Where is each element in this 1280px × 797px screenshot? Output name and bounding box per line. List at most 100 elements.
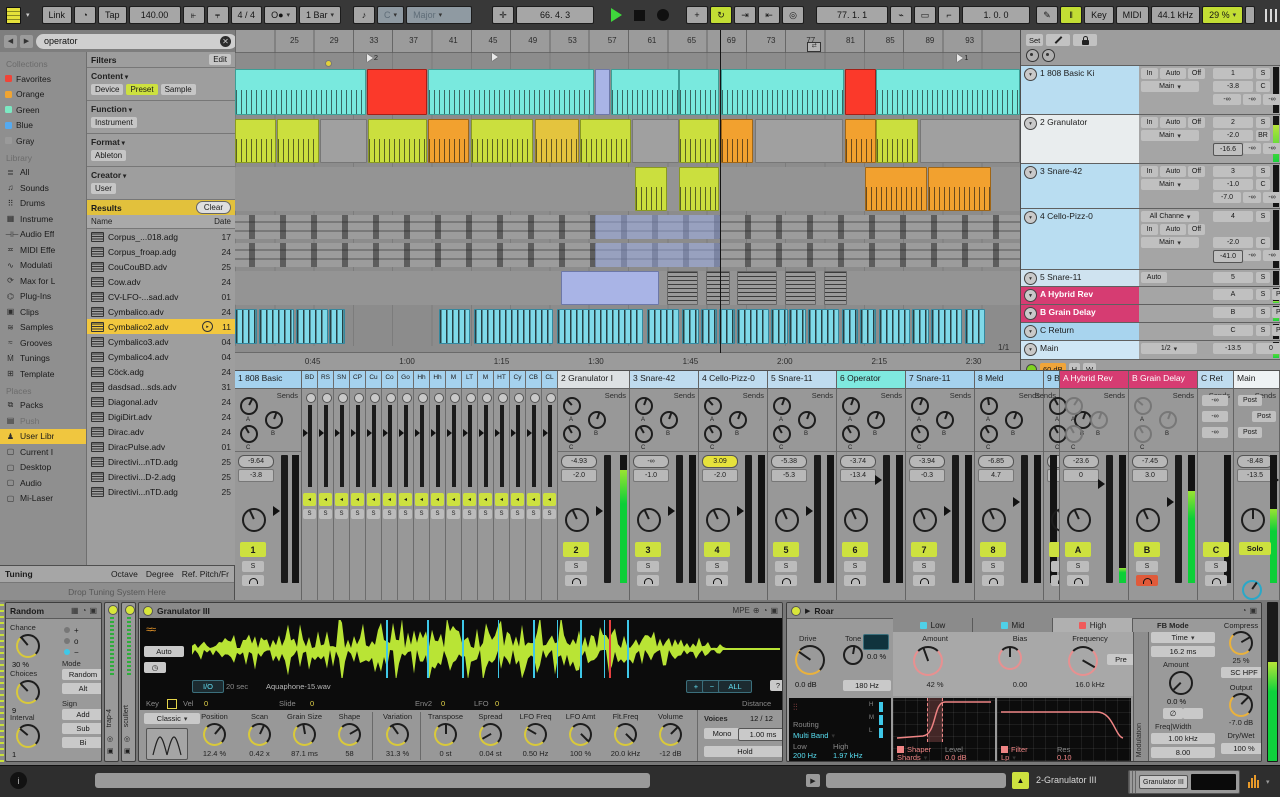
monitor-auto-button[interactable]: Auto	[1160, 68, 1186, 79]
modulation-tab[interactable]: Modulation	[1133, 632, 1149, 761]
knob-spread[interactable]	[479, 723, 502, 746]
clip[interactable]	[428, 69, 594, 115]
pan-knob[interactable]	[637, 508, 661, 532]
save-icon[interactable]: ▣	[1249, 606, 1257, 615]
pad-solo-button[interactable]: S	[463, 509, 476, 519]
sidebar-item-midi-effe[interactable]: ≖MIDI Effe	[0, 242, 86, 258]
sidebar-item-green[interactable]: Green	[0, 102, 86, 118]
draw-automation-icon[interactable]	[1046, 34, 1070, 46]
all-button[interactable]: ALL	[718, 680, 752, 693]
pad-fader-track[interactable]	[340, 405, 344, 487]
pad-solo-button[interactable]: S	[495, 509, 508, 519]
clip[interactable]	[706, 271, 730, 305]
output-routing-menu[interactable]: Main	[1141, 237, 1199, 248]
filter-chip-ableton[interactable]: Ableton	[91, 150, 126, 161]
track-name[interactable]: ▾2 Granulator	[1021, 115, 1139, 163]
monitor-in-button[interactable]: In	[1141, 68, 1158, 79]
device-title-bar[interactable]: Random▦◔▣	[6, 603, 101, 619]
result-row[interactable]: Cymbalico3.adv04	[87, 334, 235, 349]
knob-volume[interactable]	[659, 723, 682, 746]
pad-solo-button[interactable]: S	[447, 509, 460, 519]
clip[interactable]	[876, 69, 1020, 115]
pan-knob[interactable]	[913, 508, 937, 532]
polarity-option[interactable]: o	[64, 636, 94, 646]
punch-in-icon[interactable]: ⇥	[734, 6, 756, 24]
mode-alt-button[interactable]: Alt	[62, 683, 102, 694]
pad-fader-handle[interactable]	[543, 429, 548, 437]
sidebar-item-max-for-l[interactable]: ⟳Max for L	[0, 273, 86, 289]
output-routing-menu[interactable]: Main	[1141, 179, 1199, 190]
track-header-row[interactable]: ▾C ReturnCSPost	[1021, 322, 1280, 340]
pad-fader-handle[interactable]	[447, 429, 452, 437]
send-c-knob[interactable]	[1065, 425, 1083, 443]
volume-fader-handle[interactable]	[1167, 497, 1174, 507]
track-header-row[interactable]: ▾5 Snare-11Auto5S	[1021, 269, 1280, 286]
solo-button[interactable]: S	[913, 561, 935, 572]
preview-scrub-bar[interactable]	[826, 773, 1006, 788]
voices-value[interactable]: 12 / 12	[750, 714, 773, 723]
polarity-option[interactable]: +	[64, 625, 94, 635]
mod-param-value[interactable]: 0	[310, 699, 314, 708]
drywet-field[interactable]: 100 %	[1221, 743, 1262, 754]
arrangement-track-row[interactable]	[235, 270, 1020, 306]
pad-pan-knob[interactable]	[498, 393, 508, 403]
result-row[interactable]: Diagonal.adv24	[87, 394, 235, 409]
pad-activator[interactable]: ◂	[319, 493, 332, 506]
pad-fader-track[interactable]	[308, 405, 312, 487]
sidebar-item-packs[interactable]: ⧉Packs	[0, 398, 86, 414]
mixer-track-title[interactable]: 2 Granulator I	[558, 371, 629, 389]
pre-button[interactable]: Pre	[1107, 654, 1135, 665]
clip[interactable]	[471, 119, 534, 163]
sidebar-item-blue[interactable]: Blue	[0, 118, 86, 134]
peak-level-field[interactable]: -3.94	[909, 455, 945, 468]
track-fold-icon[interactable]: ▾	[1024, 117, 1037, 130]
volume-fader-track[interactable]	[676, 455, 683, 583]
sidebar-item-modulati[interactable]: ∿Modulati	[0, 258, 86, 274]
fb-time-field[interactable]: 16.2 ms	[1151, 646, 1215, 657]
clip[interactable]	[682, 309, 698, 344]
send-c-knob[interactable]	[911, 425, 929, 443]
tone-knob[interactable]	[843, 645, 863, 665]
fb-on-button[interactable]	[1183, 708, 1203, 719]
loop-start-field[interactable]: 77. 1. 1	[816, 6, 888, 24]
play-button[interactable]	[611, 8, 622, 22]
send-c-knob[interactable]	[1134, 425, 1152, 443]
returns-toggle-icon[interactable]	[1042, 49, 1055, 62]
pad-fader-track[interactable]	[356, 405, 360, 487]
pad-fader-handle[interactable]	[479, 429, 484, 437]
send-c-field[interactable]: -∞	[1263, 250, 1280, 261]
fb-amount-knob[interactable]	[1169, 671, 1193, 695]
result-row[interactable]: Cymbalico4.adv04	[87, 349, 235, 364]
clip[interactable]	[667, 271, 698, 305]
low-value[interactable]: 200 Hz	[793, 751, 817, 760]
sidebar-item-template[interactable]: ⊞Template	[0, 366, 86, 382]
clip[interactable]	[931, 309, 962, 344]
fb-mode-menu[interactable]: Time	[1151, 632, 1215, 643]
filter-group-label[interactable]: Format	[91, 137, 231, 147]
solo-button[interactable]: S	[1256, 117, 1270, 128]
choices-knob[interactable]	[16, 680, 40, 704]
save-icon[interactable]: ▣	[770, 606, 778, 615]
pan-knob[interactable]	[982, 508, 1006, 532]
clip[interactable]	[920, 119, 1020, 163]
midi-map-button[interactable]: MIDI	[1116, 6, 1149, 24]
volume-fader-handle[interactable]	[273, 506, 280, 516]
drum-pad-channel[interactable]: Go◂S	[398, 371, 414, 600]
solo-button[interactable]: S	[706, 561, 728, 572]
mixer-track-title[interactable]: Main	[1234, 371, 1279, 389]
cpu-load-indicator[interactable]: 29 %	[1202, 6, 1243, 24]
solo-button[interactable]: S	[242, 561, 264, 572]
solo-button[interactable]: S	[982, 561, 1004, 572]
draw-mode-icon[interactable]: ✎	[1036, 6, 1058, 24]
volume-field[interactable]: -3.8	[1213, 81, 1253, 92]
volume-fader-track[interactable]	[281, 455, 288, 583]
output-routing-menu[interactable]: 1/2	[1141, 343, 1197, 354]
pad-fader-track[interactable]	[500, 405, 504, 487]
send-a-knob[interactable]	[635, 397, 653, 415]
loop-toggle-icon[interactable]: ↻	[710, 6, 732, 24]
locator-marker[interactable]	[492, 53, 499, 61]
scale-name-menu[interactable]: Major	[406, 6, 472, 24]
sidebar-item-orange[interactable]: Orange	[0, 87, 86, 103]
track-activator[interactable]: 1	[240, 542, 266, 557]
knob-position[interactable]	[203, 723, 226, 746]
